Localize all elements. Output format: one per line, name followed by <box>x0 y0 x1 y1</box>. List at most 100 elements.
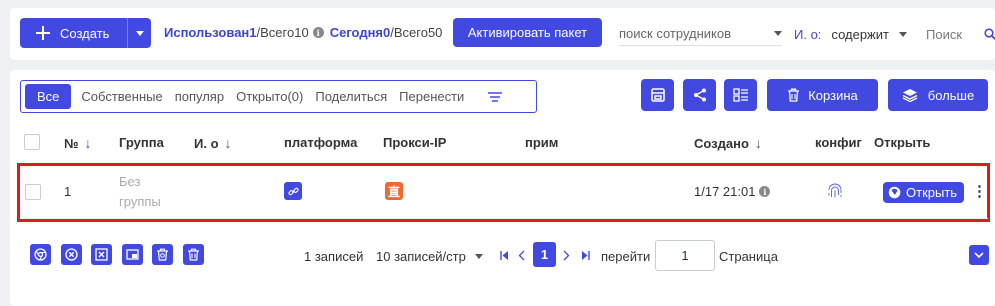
batch-delete-button[interactable] <box>183 244 204 265</box>
trash-icon <box>787 88 800 102</box>
prev-page-icon[interactable] <box>518 250 525 261</box>
batch-stop-button[interactable] <box>91 244 112 265</box>
goto-page-input[interactable]: 1 <box>655 240 715 271</box>
column-note: прим <box>525 135 559 150</box>
column-proxy: Прокси-IP <box>383 135 447 150</box>
tab-popular[interactable]: популяр <box>169 84 230 109</box>
row-menu-icon[interactable]: ⋮ <box>972 182 987 200</box>
usage-counter: Использован 1/Всего 10 i Сегодня 0/Всего 50 <box>164 25 442 40</box>
tab-own[interactable]: Собственные <box>75 84 168 109</box>
close-square-icon <box>95 248 108 261</box>
share-icon <box>693 88 707 102</box>
create-label: Создать <box>60 25 110 41</box>
browser-icon <box>888 186 901 199</box>
next-page-icon[interactable] <box>563 250 570 261</box>
filter-tabs: Все Собственные популяр Открыто(0) Подел… <box>20 80 537 113</box>
collapse-button[interactable] <box>969 245 989 265</box>
page-label: Страница <box>719 249 778 264</box>
search-icon[interactable] <box>984 28 995 40</box>
total-label: /Всего <box>256 25 295 40</box>
row-proxy: 直 <box>385 182 403 200</box>
window-sync-button[interactable] <box>641 79 674 111</box>
tab-transferred[interactable]: Перенести <box>393 84 470 109</box>
filter-operator: содержит <box>831 26 889 42</box>
column-name[interactable]: И. о ↓ <box>194 135 232 151</box>
proxy-direct-badge: 直 <box>385 182 403 200</box>
filter-field-select[interactable]: И. о: содержит <box>794 22 912 46</box>
trash-icon <box>156 248 169 261</box>
open-button[interactable]: Открыть <box>883 182 965 203</box>
batch-open-button[interactable] <box>30 244 51 265</box>
row-platform[interactable] <box>284 182 302 200</box>
employee-search-placeholder: поиск сотрудников <box>619 26 732 41</box>
column-group: Группа <box>119 135 164 150</box>
table-row[interactable]: 1 Без группы 直 1/17 21:01 i Открыть ⋮ <box>20 166 988 219</box>
activate-package-button[interactable]: Активировать пакет <box>453 18 602 47</box>
caret-down-icon <box>898 31 907 37</box>
column-config: конфиг <box>815 135 862 150</box>
caret-down-icon <box>135 30 144 36</box>
filter-field-label: И. о: <box>794 26 822 42</box>
profiles-panel: Все Собственные популяр Открыто(0) Подел… <box>10 70 995 306</box>
column-open: Открыть <box>874 135 931 150</box>
first-page-icon[interactable] <box>500 251 509 260</box>
used-label: Использован <box>164 25 250 40</box>
column-platform: платформа <box>284 135 358 150</box>
more-button[interactable]: больше <box>888 79 988 111</box>
select-all-checkbox[interactable] <box>24 134 40 150</box>
records-count: 1 записей <box>304 249 364 264</box>
current-page-button[interactable]: 1 <box>533 242 556 267</box>
trash-label: Корзина <box>808 87 858 103</box>
picture-in-picture-icon <box>126 248 139 261</box>
caret-down-icon <box>774 31 782 36</box>
sort-lines-icon[interactable] <box>488 91 503 102</box>
row-checkbox[interactable] <box>25 184 41 200</box>
tab-shared[interactable]: Поделиться <box>309 84 393 109</box>
today-total-label: /Всего <box>390 25 428 40</box>
open-label: Открыть <box>906 185 958 200</box>
create-button[interactable]: Создать <box>20 18 127 48</box>
today-label: Сегодня <box>329 25 384 40</box>
share-button[interactable] <box>683 79 716 111</box>
sort-arrow-icon: ↓ <box>754 135 762 151</box>
batch-close-button[interactable] <box>61 244 82 265</box>
create-button-group: Создать <box>20 18 151 48</box>
search-placeholder: Поиск <box>926 26 963 42</box>
window-icon <box>650 88 665 102</box>
trash-button[interactable]: Корзина <box>767 79 878 111</box>
goto-label: перейти <box>601 249 651 264</box>
table-footer: 1 записей 10 записей/стр 1 перейти 1 Стр… <box>10 238 995 274</box>
row-created: 1/17 21:01 i <box>694 184 771 199</box>
list-layout-icon <box>732 88 749 102</box>
trash-icon <box>187 248 200 261</box>
row-num: 1 <box>64 184 72 199</box>
chrome-icon <box>34 248 47 261</box>
last-page-icon[interactable] <box>581 251 590 260</box>
today-total-count: 50 <box>427 25 443 40</box>
tab-all[interactable]: Все <box>25 84 72 109</box>
fingerprint-icon[interactable] <box>826 181 844 201</box>
row-group: Без группы <box>119 174 161 209</box>
total-count: 10 <box>294 25 309 40</box>
more-label: больше <box>927 87 975 103</box>
used-count: 1 <box>249 25 257 40</box>
batch-window-button[interactable] <box>122 244 143 265</box>
tab-opened[interactable]: Открыто(0) <box>230 84 309 109</box>
column-settings-button[interactable] <box>724 79 757 111</box>
search-input[interactable]: Поиск <box>926 22 995 46</box>
page-size-select[interactable]: 10 записей/стр <box>376 249 483 264</box>
info-icon[interactable]: i <box>759 186 771 197</box>
chevron-down-icon <box>974 252 984 258</box>
caret-down-icon <box>474 254 483 259</box>
sort-arrow-icon: ↓ <box>84 135 92 151</box>
column-created[interactable]: Создано ↓ <box>694 135 762 151</box>
layers-icon <box>902 88 918 102</box>
create-dropdown-button[interactable] <box>127 18 151 48</box>
batch-clear-button[interactable] <box>152 244 173 265</box>
today-count: 0 <box>383 25 391 40</box>
employee-search-select[interactable]: поиск сотрудников <box>619 22 782 46</box>
column-num[interactable]: № ↓ <box>64 135 92 151</box>
info-icon[interactable]: i <box>312 27 324 38</box>
plus-icon <box>36 26 50 40</box>
top-toolbar: Создать Использован 1/Всего 10 i Сегодня 0/… <box>10 8 995 60</box>
